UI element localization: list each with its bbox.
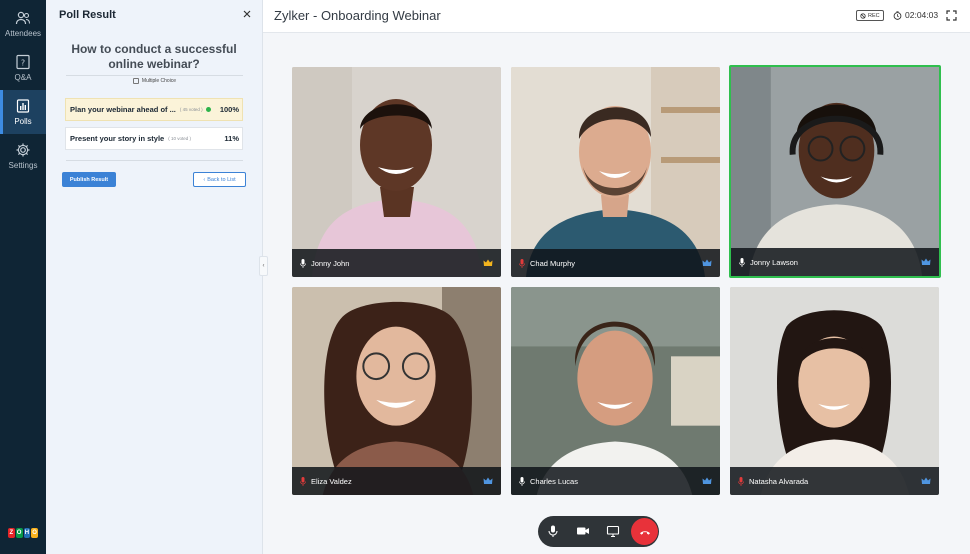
- participant-name: Eliza Valdez: [311, 476, 352, 486]
- participant-video: [748, 102, 923, 276]
- option-label: Present your story in style: [70, 134, 165, 143]
- option-label: Plan your webinar ahead of ...: [70, 105, 176, 114]
- rec-badge: REC: [856, 10, 884, 21]
- microphone-icon[interactable]: [519, 476, 525, 486]
- call-controls-bar: [538, 516, 659, 547]
- left-nav-rail: Attendees ? Q&A Polls Settings Z O H O: [0, 0, 46, 554]
- participant-name: Chad Murphy: [530, 258, 576, 268]
- participant-tile[interactable]: Jonny John: [292, 67, 501, 277]
- timer-value: 02:04:03: [905, 10, 939, 20]
- participant-name: Jonny John: [311, 258, 350, 268]
- hang-up-icon: [639, 530, 650, 535]
- participant-video: [322, 301, 474, 495]
- microphone-icon[interactable]: [739, 257, 745, 267]
- participant-tile[interactable]: Natasha Alvarada: [730, 287, 939, 495]
- option-percent: 100%: [219, 105, 239, 114]
- publish-result-button[interactable]: Publish Result: [62, 172, 116, 187]
- microphone-muted-icon[interactable]: [738, 476, 744, 486]
- session-timer: 02:04:03: [893, 10, 938, 20]
- participant-tile[interactable]: Chad Murphy: [511, 67, 720, 277]
- back-to-list-button[interactable]: ‹ Back to List: [193, 172, 246, 187]
- divider: [66, 160, 243, 161]
- back-to-list-label: Back to List: [207, 176, 236, 183]
- share-screen-button[interactable]: [606, 524, 620, 538]
- toggle-camera-button[interactable]: [576, 524, 590, 538]
- gear-icon: [16, 143, 30, 157]
- nav-item-label: Attendees: [4, 29, 42, 38]
- fullscreen-icon[interactable]: [946, 10, 957, 21]
- participant-namebar: Natasha Alvarada: [730, 467, 939, 495]
- nav-item-attendees[interactable]: Attendees: [0, 2, 46, 46]
- collapse-panel-handle[interactable]: ‹: [259, 256, 268, 276]
- option-votes: ( 10 voted ): [168, 136, 191, 141]
- video-camera-icon: [577, 527, 589, 535]
- nav-item-label: Settings: [8, 161, 38, 170]
- participant-name: Jonny Lawson: [750, 257, 798, 267]
- participant-video: [760, 310, 910, 495]
- participant-name: Natasha Alvarada: [749, 476, 809, 486]
- poll-option: Present your story in style ( 10 voted )…: [65, 127, 243, 150]
- screen-share-icon: [606, 525, 620, 538]
- nav-item-label: Q&A: [14, 73, 32, 82]
- microphone-muted-icon[interactable]: [300, 476, 306, 486]
- nav-item-label: Polls: [14, 117, 32, 126]
- clock-icon: [893, 10, 902, 20]
- participant-namebar: Jonny Lawson: [731, 248, 939, 276]
- top-bar: Zylker - Onboarding Webinar REC 02:04:03: [263, 0, 970, 33]
- participant-namebar: Eliza Valdez: [292, 467, 501, 495]
- zoho-logo: Z O H O: [8, 528, 38, 538]
- poll-chart-icon: [16, 99, 30, 113]
- participant-tile-active-speaker[interactable]: Jonny Lawson: [729, 65, 941, 278]
- participant-tile[interactable]: Charles Lucas: [511, 287, 720, 495]
- cohost-icon: [921, 477, 931, 484]
- webinar-title: Zylker - Onboarding Webinar: [274, 8, 441, 23]
- option-percent: 11%: [224, 134, 239, 143]
- divider: [66, 75, 243, 76]
- close-icon[interactable]: [242, 9, 252, 19]
- mute-mic-button[interactable]: [546, 524, 560, 538]
- participant-namebar: Chad Murphy: [511, 249, 720, 277]
- svg-text:?: ?: [21, 59, 25, 68]
- participant-video: [526, 106, 705, 277]
- microphone-muted-icon[interactable]: [519, 258, 525, 268]
- option-votes: ( 45 voted ): [179, 107, 203, 112]
- checkbox-icon: [132, 78, 139, 84]
- poll-option: Plan your webinar ahead of ... ( 45 vote…: [65, 98, 243, 121]
- correct-answer-icon: [205, 107, 211, 112]
- poll-type-label: Multiple Choice: [141, 78, 177, 84]
- nav-item-polls[interactable]: Polls: [0, 90, 46, 134]
- chevron-left-icon: ‹: [203, 176, 206, 183]
- cohost-icon: [921, 258, 931, 265]
- poll-type: Multiple Choice: [46, 78, 263, 84]
- participant-video: [536, 321, 693, 495]
- people-icon: [15, 11, 31, 25]
- participant-namebar: Jonny John: [292, 249, 501, 277]
- host-crown-icon: [483, 259, 493, 266]
- cohost-icon: [483, 477, 493, 484]
- end-call-button[interactable]: [631, 518, 658, 545]
- recording-icon: [860, 12, 866, 19]
- panel-title: Poll Result: [59, 9, 116, 21]
- question-icon: ?: [16, 54, 30, 70]
- participant-tile[interactable]: Eliza Valdez: [292, 287, 501, 495]
- cohost-icon: [702, 477, 712, 484]
- rec-label: REC: [868, 12, 880, 19]
- microphone-icon: [548, 525, 558, 537]
- poll-question: How to conduct a successful online webin…: [71, 42, 237, 71]
- cohost-icon: [702, 259, 712, 266]
- poll-result-panel: Poll Result How to conduct a successful …: [46, 0, 263, 554]
- participant-name: Charles Lucas: [530, 476, 578, 486]
- chevron-left-icon: ‹: [262, 263, 265, 269]
- nav-item-settings[interactable]: Settings: [0, 134, 46, 178]
- participant-video: [312, 99, 482, 277]
- nav-item-qa[interactable]: ? Q&A: [0, 46, 46, 90]
- microphone-icon[interactable]: [300, 258, 306, 268]
- participant-namebar: Charles Lucas: [511, 467, 720, 495]
